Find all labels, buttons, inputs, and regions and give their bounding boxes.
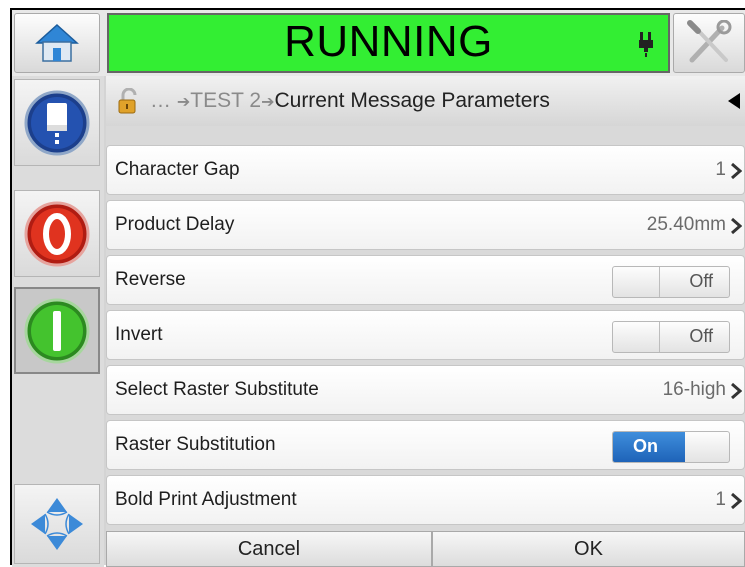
row-character-gap[interactable]: Character Gap 1 <box>106 145 745 195</box>
start-icon <box>24 298 90 363</box>
stop-button[interactable] <box>14 190 100 277</box>
printhead-icon <box>639 32 653 57</box>
invert-toggle[interactable]: Off <box>612 321 730 353</box>
chevron-right-icon <box>731 217 742 235</box>
bottom-bar: Cancel OK <box>106 531 745 567</box>
ink-button[interactable] <box>14 79 100 166</box>
row-select-raster-substitute[interactable]: Select Raster Substitute 16-high <box>106 365 745 415</box>
main-panel: … ➔TEST 2➔Current Message Parameters Cha… <box>106 76 745 567</box>
tools-button[interactable] <box>673 13 745 73</box>
ink-bottle-icon <box>24 90 90 155</box>
breadcrumb: … ➔TEST 2➔Current Message Parameters <box>106 76 745 126</box>
row-value: 25.40mm <box>646 214 726 235</box>
ok-button[interactable]: OK <box>432 531 745 567</box>
navigation-button[interactable] <box>14 484 100 564</box>
row-label: Product Delay <box>115 214 235 235</box>
breadcrumb-separator: ➔ <box>176 94 191 111</box>
breadcrumb-ellipsis[interactable]: … <box>150 89 171 112</box>
row-label: Raster Substitution <box>115 434 276 455</box>
start-button[interactable] <box>14 287 100 374</box>
chevron-right-icon <box>731 162 742 180</box>
app-frame: RUNNING … ➔TEST 2➔Current Message Parame… <box>10 8 745 567</box>
row-bold-print-adjustment[interactable]: Bold Print Adjustment 1 <box>106 475 745 525</box>
chevron-right-icon <box>731 492 742 510</box>
back-arrow-icon[interactable] <box>727 92 741 110</box>
sidebar <box>12 76 104 567</box>
row-label: Character Gap <box>115 159 240 180</box>
row-label: Invert <box>115 324 163 345</box>
home-icon <box>35 23 79 62</box>
breadcrumb-parent[interactable]: TEST 2 <box>190 89 261 112</box>
row-value: 16-high <box>662 379 726 400</box>
raster-substitution-toggle[interactable]: On <box>612 431 730 463</box>
reverse-toggle[interactable]: Off <box>612 266 730 298</box>
navigation-arrows-icon <box>31 498 83 550</box>
cancel-button[interactable]: Cancel <box>106 531 432 567</box>
toggle-label: Off <box>689 326 713 346</box>
row-label: Bold Print Adjustment <box>115 489 297 510</box>
breadcrumb-separator: ➔ <box>261 94 275 111</box>
row-product-delay[interactable]: Product Delay 25.40mm <box>106 200 745 250</box>
tools-icon <box>687 20 732 63</box>
row-label: Select Raster Substitute <box>115 379 319 400</box>
status-indicator: RUNNING <box>107 13 670 73</box>
breadcrumb-path: … ➔TEST 2➔Current Message Parameters <box>150 89 550 113</box>
home-button[interactable] <box>14 13 100 73</box>
toggle-label: On <box>633 436 658 456</box>
chevron-right-icon <box>731 382 742 400</box>
toggle-label: Off <box>689 271 713 291</box>
stop-icon <box>24 201 90 266</box>
breadcrumb-current: Current Message Parameters <box>274 89 550 112</box>
row-raster-substitution: Raster Substitution On <box>106 420 745 470</box>
row-label: Reverse <box>115 269 186 290</box>
row-value: 1 <box>715 159 726 180</box>
row-reverse: Reverse Off <box>106 255 745 305</box>
top-bar: RUNNING <box>12 10 745 76</box>
row-value: 1 <box>715 489 726 510</box>
row-invert: Invert Off <box>106 310 745 360</box>
padlock-icon[interactable] <box>118 88 140 114</box>
toggle-knob <box>613 322 660 352</box>
toggle-knob <box>613 267 660 297</box>
status-text: RUNNING <box>284 17 493 66</box>
